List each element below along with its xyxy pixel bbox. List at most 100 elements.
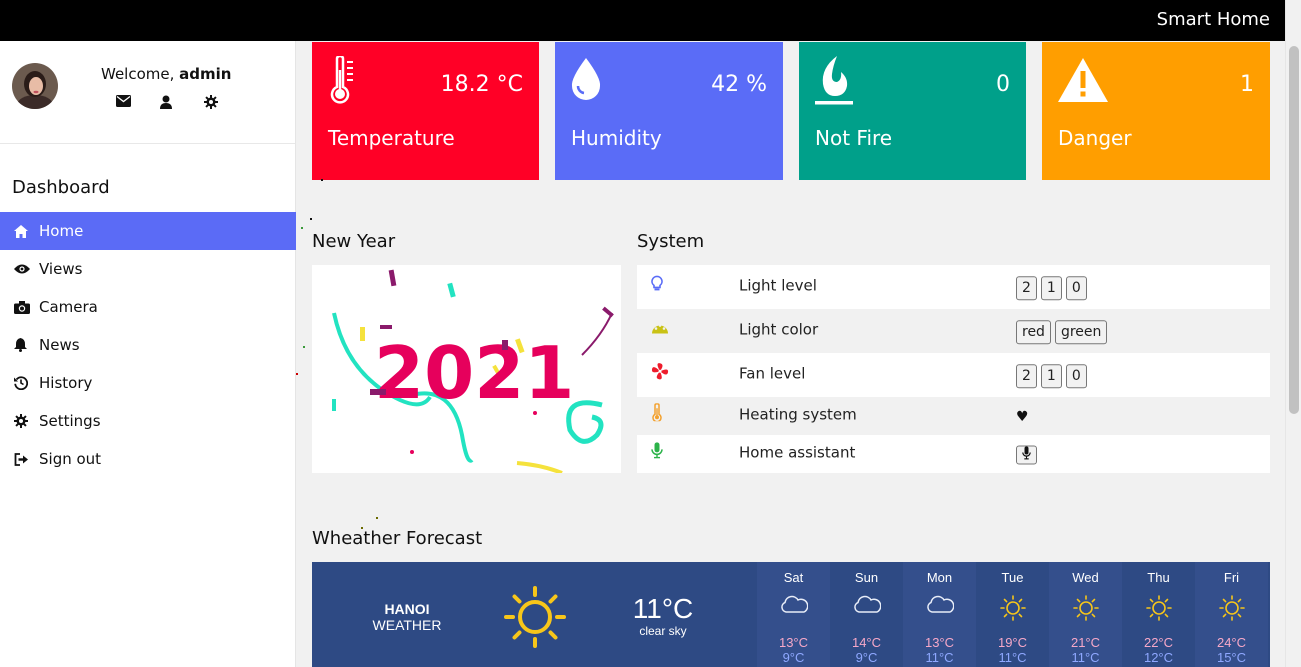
cloud-icon xyxy=(926,595,955,618)
forecast-day: Thu 22°C 12°C xyxy=(1122,562,1195,667)
fire-value: 0 xyxy=(996,72,1010,97)
light-color-green-button[interactable]: green xyxy=(1054,320,1108,345)
speck xyxy=(361,527,363,529)
forecast-high: 13°C xyxy=(778,635,809,650)
envelope-icon[interactable] xyxy=(116,95,160,113)
sidebar-item-label: Home xyxy=(39,222,84,240)
sidebar-nav: Home Views Camera News History Settings … xyxy=(0,212,296,478)
speck xyxy=(376,517,378,519)
fan-level-controls: 2 1 0 xyxy=(1016,364,1087,389)
home-assistant-controls xyxy=(1016,445,1037,465)
microphone-icon xyxy=(1022,446,1031,460)
forecast-high: 14°C xyxy=(851,635,882,650)
camera-icon xyxy=(14,300,39,314)
forecast-low: 15°C xyxy=(1216,650,1247,665)
sun-icon xyxy=(504,586,566,652)
cloud-icon xyxy=(853,595,882,618)
forecast-day: Fri 24°C 15°C xyxy=(1195,562,1268,667)
sun-icon xyxy=(1000,595,1026,626)
system-row-light-color: Light color red green xyxy=(637,309,1270,353)
sun-icon xyxy=(1146,595,1172,626)
new-year-heading: New Year xyxy=(312,231,396,252)
forecast-day: Mon 13°C 11°C xyxy=(903,562,976,667)
forecast-high: 13°C xyxy=(924,635,955,650)
forecast-low: 11°C xyxy=(1071,650,1100,665)
fire-icon xyxy=(815,56,855,110)
system-row-light-level: Light level 2 1 0 xyxy=(637,265,1270,309)
light-level-1-button[interactable]: 1 xyxy=(1040,276,1062,301)
sidebar: Welcome, admin Dashboard Home Views Came… xyxy=(0,41,296,667)
danger-value: 1 xyxy=(1240,72,1254,97)
forecast-day-name: Tue xyxy=(1001,570,1024,585)
light-color-red-button[interactable]: red xyxy=(1016,320,1051,345)
forecast-day: Tue 19°C 11°C xyxy=(976,562,1049,667)
sidebar-item-label: Camera xyxy=(39,298,98,316)
light-level-controls: 2 1 0 xyxy=(1016,276,1087,301)
app-title[interactable]: Smart Home xyxy=(1157,9,1270,30)
history-icon xyxy=(14,376,39,390)
forecast-day: Sat 13°C 9°C xyxy=(757,562,830,667)
sidebar-item-news[interactable]: News xyxy=(0,326,296,364)
system-name: Home assistant xyxy=(739,443,856,462)
bell-icon xyxy=(14,338,39,352)
system-name: Fan level xyxy=(739,364,806,383)
sidebar-item-home[interactable]: Home xyxy=(0,212,296,250)
weather-location: HANOI WEATHER xyxy=(372,601,442,633)
microphone-button[interactable] xyxy=(1016,445,1037,465)
sidebar-item-label: Sign out xyxy=(39,450,102,468)
microphone-icon xyxy=(651,442,663,462)
sidebar-item-label: Views xyxy=(39,260,83,278)
temperature-card[interactable]: 18.2 °C Temperature xyxy=(312,42,539,180)
top-bar: Smart Home xyxy=(0,0,1285,41)
sun-icon xyxy=(1219,595,1245,626)
scrollbar-thumb[interactable] xyxy=(1289,46,1299,414)
weather-sub: WEATHER xyxy=(372,617,442,633)
speck xyxy=(321,179,323,181)
home-icon xyxy=(14,224,39,238)
humidity-card[interactable]: 42 % Humidity xyxy=(555,42,783,180)
sidebar-item-settings[interactable]: Settings xyxy=(0,402,296,440)
sidebar-item-label: News xyxy=(39,336,80,354)
system-row-heating: Heating system ♥ xyxy=(637,397,1270,435)
forecast-day-name: Wed xyxy=(1072,570,1099,585)
gear-icon[interactable] xyxy=(204,95,248,113)
light-level-0-button[interactable]: 0 xyxy=(1065,276,1087,301)
speck xyxy=(301,227,303,229)
sidebar-item-views[interactable]: Views xyxy=(0,250,296,288)
fan-level-0-button[interactable]: 0 xyxy=(1065,364,1087,389)
forecast-day: Sun 14°C 9°C xyxy=(830,562,903,667)
sidebar-item-sign-out[interactable]: Sign out xyxy=(0,440,296,478)
temperature-value: 18.2 °C xyxy=(440,72,523,97)
danger-card[interactable]: 1 Danger xyxy=(1042,42,1270,180)
sidebar-item-camera[interactable]: Camera xyxy=(0,288,296,326)
system-heading: System xyxy=(637,231,705,252)
light-level-2-button[interactable]: 2 xyxy=(1016,276,1037,301)
fire-card[interactable]: 0 Not Fire xyxy=(799,42,1026,180)
water-drop-icon xyxy=(571,58,601,104)
forecast-high: 24°C xyxy=(1216,635,1247,650)
system-row-fan-level: Fan level 2 1 0 xyxy=(637,353,1270,397)
forecast-low: 9°C xyxy=(782,650,805,665)
forecast-high: 19°C xyxy=(997,635,1028,650)
vertical-scrollbar[interactable] xyxy=(1285,0,1301,667)
weather-current: 11°C clear sky xyxy=(622,594,704,639)
avatar[interactable] xyxy=(12,63,58,109)
sidebar-item-history[interactable]: History xyxy=(0,364,296,402)
system-table: Light level 2 1 0 Light color red green … xyxy=(637,265,1270,473)
fan-level-1-button[interactable]: 1 xyxy=(1040,364,1062,389)
speck xyxy=(310,218,312,220)
speck xyxy=(303,346,305,348)
system-name: Heating system xyxy=(739,405,857,424)
thermometer-icon xyxy=(328,54,358,110)
system-row-home-assistant: Home assistant xyxy=(637,435,1270,473)
forecast-high: 22°C xyxy=(1143,635,1174,650)
forecast-low: 11°C xyxy=(925,650,954,665)
forecast-low: 12°C xyxy=(1143,650,1174,665)
weather-widget: HANOI WEATHER 11°C clear sky Sat 13°C 9°… xyxy=(312,562,1270,667)
fan-level-2-button[interactable]: 2 xyxy=(1016,364,1037,389)
weather-city: HANOI xyxy=(384,601,430,617)
speck xyxy=(296,373,298,375)
user-icon[interactable] xyxy=(160,95,204,113)
weather-desc: clear sky xyxy=(639,624,687,638)
system-name: Light level xyxy=(739,276,817,295)
